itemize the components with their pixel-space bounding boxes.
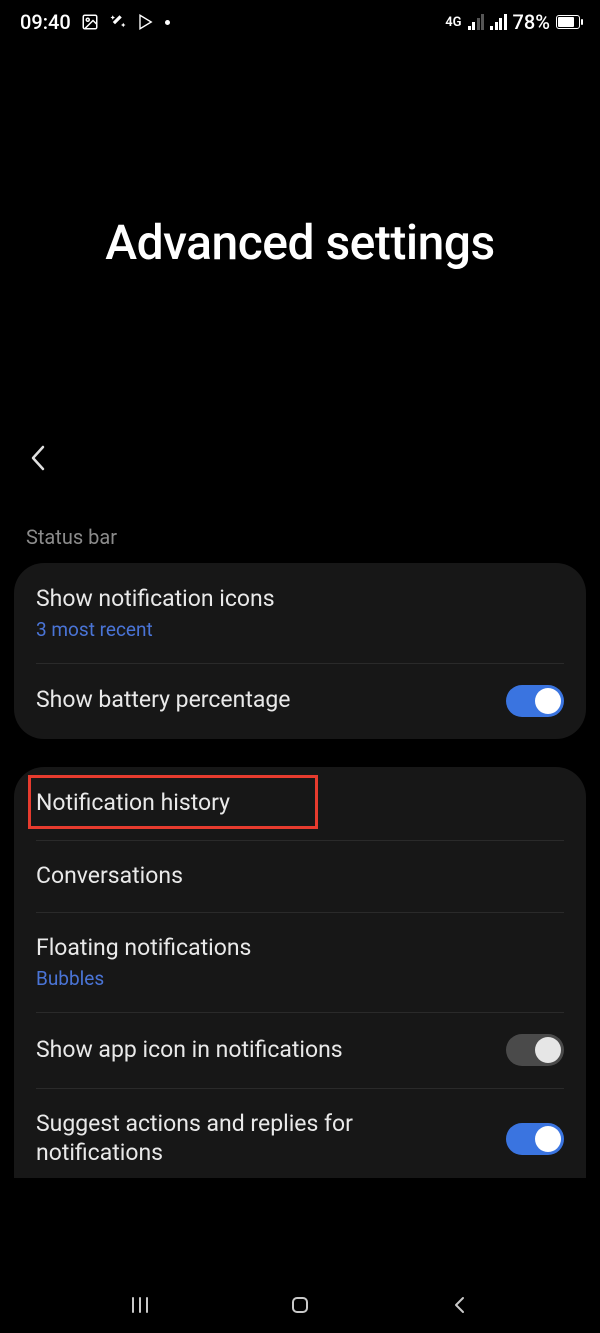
gallery-icon — [81, 13, 99, 31]
battery-fill — [558, 17, 574, 27]
row-title: Conversations — [36, 862, 183, 891]
row-title: Show app icon in notifications — [36, 1036, 343, 1065]
row-title: Show notification icons — [36, 585, 275, 614]
chevron-left-icon — [448, 1293, 472, 1317]
nav-home-button[interactable] — [280, 1285, 320, 1325]
row-floating-notifications[interactable]: Floating notifications Bubbles — [14, 912, 586, 1012]
row-conversations[interactable]: Conversations — [14, 840, 586, 913]
toggle-show-app-icon[interactable] — [506, 1034, 564, 1066]
row-title: Suggest actions and replies for notifica… — [36, 1110, 456, 1168]
status-bar: 09:40 4G 78% — [0, 0, 600, 44]
nav-recents-button[interactable] — [120, 1285, 160, 1325]
magic-wand-icon — [109, 13, 127, 31]
row-suggest-actions[interactable]: Suggest actions and replies for notifica… — [14, 1088, 586, 1178]
play-store-icon — [137, 13, 155, 31]
signal-icon-sim1 — [468, 14, 485, 30]
card-status-bar: Show notification icons 3 most recent Sh… — [14, 563, 586, 739]
row-subtitle: 3 most recent — [36, 618, 275, 641]
row-show-battery-percentage[interactable]: Show battery percentage — [14, 663, 586, 739]
page-title: Advanced settings — [0, 214, 600, 271]
system-nav-bar — [0, 1277, 600, 1333]
row-show-app-icon[interactable]: Show app icon in notifications — [14, 1012, 586, 1088]
back-button[interactable] — [22, 441, 56, 475]
row-show-notification-icons[interactable]: Show notification icons 3 most recent — [14, 563, 586, 663]
row-title: Notification history — [36, 789, 230, 818]
home-icon — [288, 1293, 312, 1317]
network-type: 4G — [445, 15, 461, 30]
row-title: Floating notifications — [36, 934, 251, 963]
battery-icon — [556, 15, 580, 29]
row-notification-history[interactable]: Notification history — [14, 767, 586, 840]
chevron-left-icon — [29, 443, 49, 473]
recents-icon — [128, 1293, 152, 1317]
card-notifications: Notification history Conversations Float… — [14, 767, 586, 1178]
section-header-status-bar: Status bar — [0, 525, 600, 549]
toggle-suggest-actions[interactable] — [506, 1123, 564, 1155]
signal-icon-sim2 — [490, 14, 507, 30]
toggle-show-battery-percentage[interactable] — [506, 685, 564, 717]
dot-icon — [165, 20, 170, 25]
nav-back-button[interactable] — [440, 1285, 480, 1325]
battery-text: 78% — [513, 10, 550, 34]
row-subtitle: Bubbles — [36, 967, 251, 990]
row-title: Show battery percentage — [36, 686, 290, 715]
status-time: 09:40 — [20, 10, 71, 34]
